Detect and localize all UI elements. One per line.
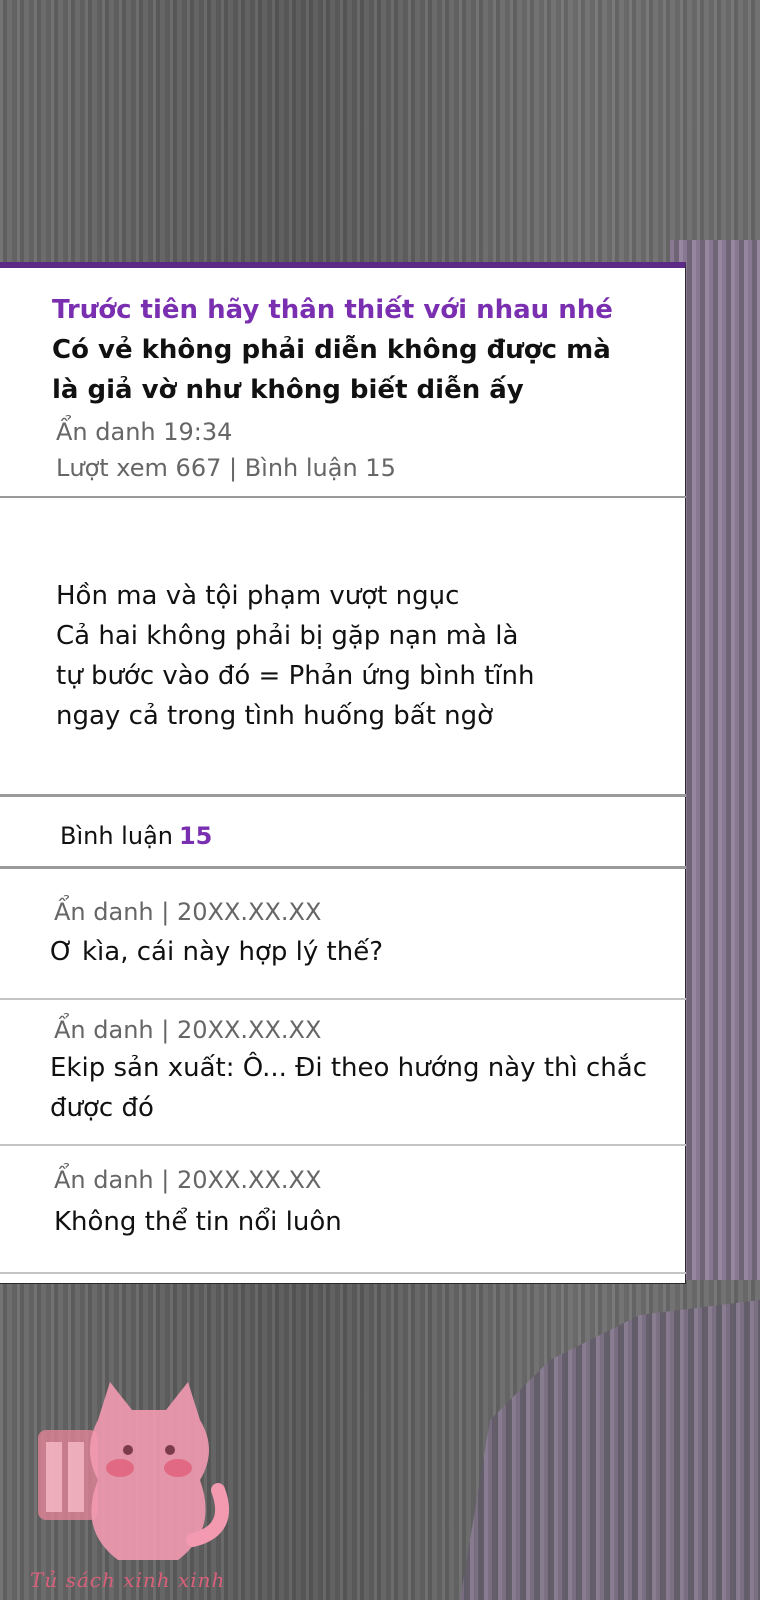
post-body-line: Hồn ma và tội phạm vượt ngục xyxy=(56,581,460,611)
divider xyxy=(0,496,686,498)
background-purple-texture xyxy=(460,1300,760,1600)
post-card: Trước tiên hãy thân thiết với nhau nhé C… xyxy=(0,262,686,1284)
post-body-line: ngay cả trong tình huống bất ngờ xyxy=(56,701,494,731)
comments-label: Bình luận xyxy=(60,822,173,850)
comment-meta: Ẩn danh | 20XX.XX.XX xyxy=(54,898,322,926)
divider xyxy=(0,998,686,1000)
post-title-highlight: Trước tiên hãy thân thiết với nhau nhé xyxy=(52,295,613,325)
comments-count: 15 xyxy=(178,822,213,850)
divider xyxy=(0,794,686,797)
comment-meta: Ẩn danh | 20XX.XX.XX xyxy=(54,1016,322,1044)
post-title-rest: Có vẻ không phải diễn không được mà là g… xyxy=(52,335,611,405)
divider xyxy=(0,1144,686,1146)
comment-text: Ơ kìa, cái này hợp lý thế? xyxy=(50,937,384,967)
comments-header[interactable]: Bình luận 15 xyxy=(60,822,212,850)
divider xyxy=(0,1272,686,1274)
post-body: Hồn ma và tội phạm vượt ngục Cả hai khôn… xyxy=(56,576,636,736)
comment-meta: Ẩn danh | 20XX.XX.XX xyxy=(54,1166,322,1194)
comment-text: Ekip sản xuất: Ô... Đi theo hướng này th… xyxy=(50,1053,647,1123)
post-body-line: Cả hai không phải bị gặp nạn mà là xyxy=(56,621,519,651)
post-stats: Lượt xem 667 | Bình luận 15 xyxy=(56,454,396,482)
divider xyxy=(0,866,686,869)
comment-text: Không thể tin nổi luôn xyxy=(54,1207,342,1237)
post-body-line: tự bước vào đó = Phản ứng bình tĩnh xyxy=(56,661,535,691)
cat-mascot-logo xyxy=(38,1382,229,1560)
post-author-time: Ẩn danh 19:34 xyxy=(56,418,233,446)
post-title: Trước tiên hãy thân thiết với nhau nhé C… xyxy=(52,290,632,410)
watermark-text: Tủ sách xinh xinh xyxy=(30,1568,226,1592)
